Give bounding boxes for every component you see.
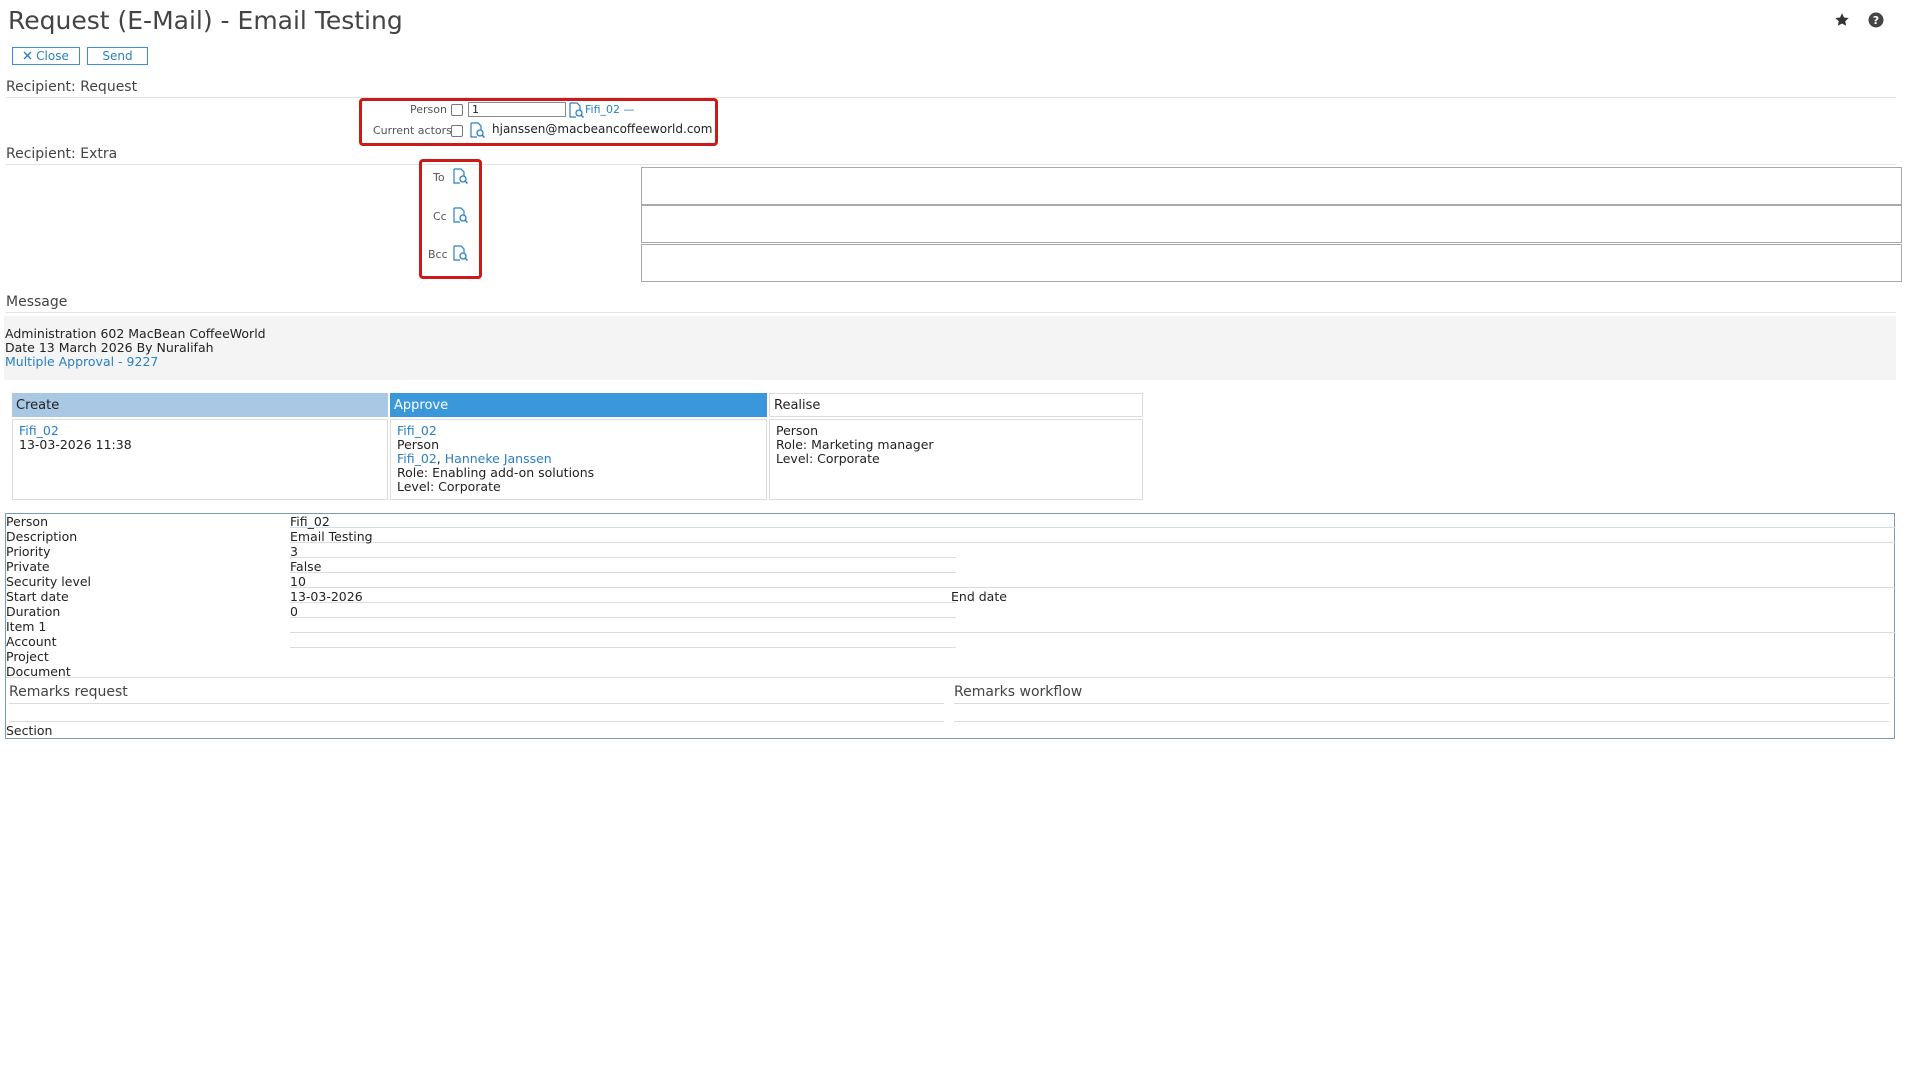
current-actors-checkbox[interactable]: [451, 125, 463, 137]
bcc-label: Bcc: [428, 248, 448, 261]
close-button[interactable]: Close: [12, 47, 80, 65]
property-value: 13-03-2026: [290, 589, 363, 604]
property-value: 3: [290, 544, 298, 559]
send-button[interactable]: Send: [87, 47, 148, 65]
divider: [290, 527, 1895, 528]
end-date-label: End date: [951, 589, 1007, 604]
divider: [290, 617, 956, 618]
cc-lookup-icon[interactable]: [452, 207, 468, 223]
approve-actor-link[interactable]: Fifi_02: [397, 451, 437, 466]
property-label: Start date: [6, 589, 69, 604]
recipient-request-title: Recipient: Request: [6, 79, 138, 95]
approve-actor-link[interactable]: Hanneke Janssen: [445, 451, 552, 466]
divider: [290, 587, 1895, 588]
remarks-workflow-title: Remarks workflow: [954, 684, 1083, 700]
realise-type: Person: [776, 423, 819, 438]
person-lookup-icon[interactable]: [568, 102, 584, 118]
property-label: Document: [6, 664, 71, 679]
property-label: Person: [6, 514, 49, 529]
divider: [6, 677, 1895, 678]
help-icon[interactable]: ?: [1866, 10, 1886, 30]
message-date: Date 13 March 2026 By Nuralifah: [5, 340, 214, 355]
current-actors-lookup-icon[interactable]: [469, 122, 485, 138]
property-label: Duration: [6, 604, 61, 619]
message-area: [4, 316, 1896, 380]
bcc-input[interactable]: [641, 244, 1902, 282]
workflow-create-cell: Fifi_02 13-03-2026 11:38: [12, 419, 388, 500]
divider: [6, 312, 1896, 313]
property-value: Fifi_02: [290, 514, 330, 529]
page-title: Request (E-Mail) - Email Testing: [8, 6, 403, 35]
person-label: Person: [410, 103, 447, 116]
svg-text:?: ?: [1873, 14, 1879, 27]
current-actors-label: Current actors: [373, 124, 452, 137]
close-button-label: Close: [36, 49, 69, 63]
property-row: Person: [6, 514, 48, 529]
approve-type: Person: [397, 437, 440, 452]
to-label: To: [433, 171, 445, 184]
divider: [954, 703, 1889, 704]
recipient-extra-highlight: [419, 159, 482, 279]
cc-label: Cc: [433, 210, 447, 223]
approve-person-link[interactable]: Fifi_02: [397, 424, 760, 438]
create-person-link[interactable]: Fifi_02: [19, 424, 381, 438]
remarks-request-title: Remarks request: [9, 684, 128, 700]
divider: [9, 703, 944, 704]
property-label: Priority: [6, 544, 51, 559]
divider: [290, 647, 956, 648]
workflow-approve-cell: Fifi_02 Person Fifi_02, Hanneke Janssen …: [390, 419, 767, 500]
property-label: Security level: [6, 574, 92, 589]
workflow-realise-cell: Person Role: Marketing manager Level: Co…: [769, 419, 1143, 500]
create-datetime: 13-03-2026 11:38: [19, 437, 132, 452]
star-icon[interactable]: [1832, 10, 1852, 30]
message-link[interactable]: Multiple Approval - 9227: [5, 355, 158, 369]
property-label: Description: [6, 529, 78, 544]
divider: [6, 97, 1896, 98]
cc-input[interactable]: [641, 205, 1902, 243]
divider: [954, 721, 1889, 722]
divider: [290, 557, 956, 558]
message-administration: Administration 602 MacBean CoffeeWorld: [5, 326, 266, 341]
person-link[interactable]: Fifi_02 —: [585, 103, 635, 116]
close-icon: [23, 49, 32, 63]
workflow-column-realise: Realise: [769, 393, 1143, 417]
property-value: 10: [290, 574, 306, 589]
approve-actor-separator: ,: [436, 451, 441, 466]
send-button-label: Send: [102, 49, 133, 63]
divider: [9, 721, 944, 722]
realise-level: Level: Corporate: [776, 451, 880, 466]
divider: [290, 542, 1895, 543]
message-title: Message: [6, 294, 68, 310]
section-label: Section: [6, 723, 53, 738]
property-label: Private: [6, 559, 50, 574]
divider: [290, 572, 956, 573]
property-label: Account: [6, 634, 57, 649]
workflow-column-approve: Approve: [390, 393, 767, 417]
approve-role: Role: Enabling add-on solutions: [397, 465, 595, 480]
current-actors-email: hjanssen@macbeancoffeeworld.com: [492, 122, 713, 136]
divider: [290, 602, 956, 603]
person-checkbox[interactable]: [451, 104, 463, 116]
to-lookup-icon[interactable]: [452, 168, 468, 184]
realise-role: Role: Marketing manager: [776, 437, 934, 452]
to-input[interactable]: [641, 167, 1902, 205]
bcc-lookup-icon[interactable]: [452, 245, 468, 261]
recipient-extra-title: Recipient: Extra: [6, 146, 118, 162]
workflow-column-create: Create: [12, 393, 388, 417]
property-value: False: [290, 559, 322, 574]
divider: [6, 164, 1896, 165]
property-label: Project: [6, 649, 49, 664]
property-value: Email Testing: [290, 529, 373, 544]
property-value: 0: [290, 604, 298, 619]
divider: [290, 632, 1895, 633]
person-input[interactable]: 1: [468, 102, 566, 117]
properties-panel: Person Fifi_02 Description Email Testing…: [5, 513, 1895, 739]
property-label: Item 1: [6, 619, 47, 634]
approve-level: Level: Corporate: [397, 479, 501, 494]
